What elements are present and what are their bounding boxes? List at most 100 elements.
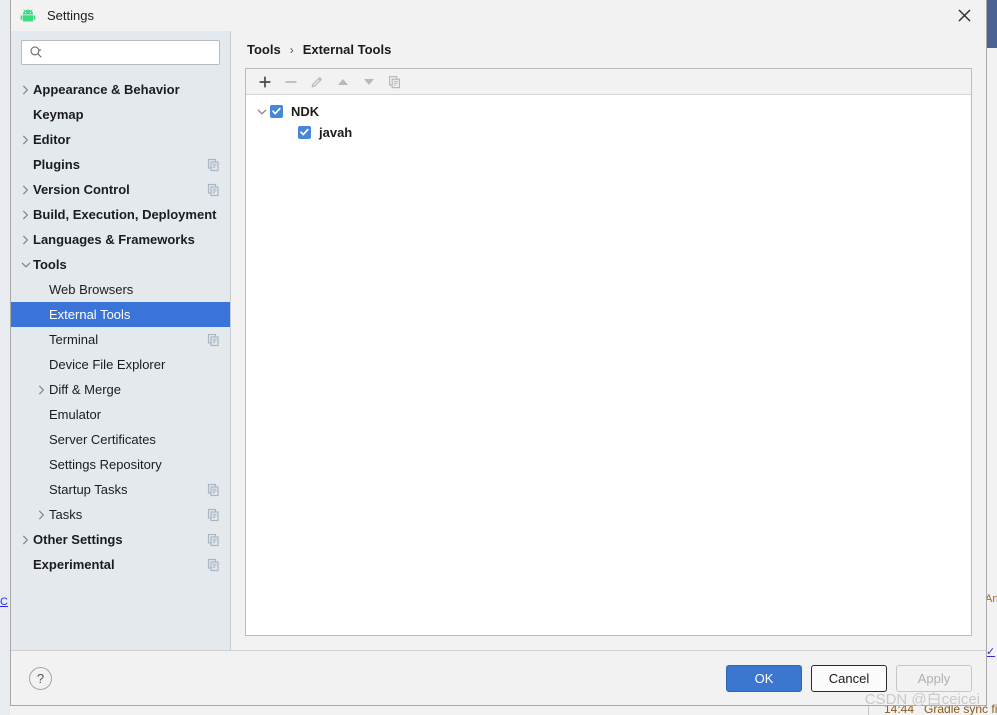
sidebar-item-languages-frameworks[interactable]: Languages & Frameworks (11, 227, 230, 252)
move-down-button (356, 70, 382, 94)
tree-toggle[interactable] (19, 234, 33, 246)
chevron-right-icon (23, 135, 28, 144)
settings-category-tree: Appearance & Behavior Keymap Editor Plugins… (11, 75, 230, 650)
ok-button[interactable]: OK (726, 664, 802, 692)
chevron-right-icon (23, 235, 28, 244)
sidebar-item-label: Languages & Frameworks (33, 232, 195, 247)
copy-settings-icon (207, 183, 219, 196)
tree-toggle[interactable] (35, 509, 49, 521)
sidebar-item-version-control[interactable]: Version Control (11, 177, 230, 202)
sidebar-item-keymap[interactable]: Keymap (11, 102, 230, 127)
search-input[interactable] (44, 41, 219, 64)
tree-toggle[interactable] (254, 106, 270, 118)
sidebar-item-label: Device File Explorer (49, 357, 166, 372)
breadcrumb-separator-icon: › (289, 42, 294, 57)
add-button[interactable] (252, 70, 278, 94)
sidebar-item-other-settings[interactable]: Other Settings (11, 527, 230, 552)
copy-button (382, 70, 408, 94)
close-button[interactable] (942, 0, 986, 31)
arrow-down-icon (364, 78, 374, 85)
edit-button (304, 70, 330, 94)
check-icon (300, 128, 309, 136)
sidebar-item-settings-repository[interactable]: Settings Repository (11, 452, 230, 477)
tree-toggle[interactable] (19, 534, 33, 546)
sidebar-item-tools[interactable]: Tools (11, 252, 230, 277)
project-settings-copy-icon[interactable] (206, 333, 222, 347)
tool-label: NDK (291, 104, 320, 119)
background-right-marker[interactable]: ✓ (986, 645, 997, 659)
sidebar-item-label: Tasks (49, 507, 83, 522)
sidebar-item-terminal[interactable]: Terminal (11, 327, 230, 352)
sidebar-item-label: Startup Tasks (49, 482, 128, 497)
sidebar-item-label: Terminal (49, 332, 99, 347)
tree-toggle[interactable] (35, 384, 49, 396)
sidebar-item-label: Appearance & Behavior (33, 82, 180, 97)
sidebar-item-build-execution-deployment[interactable]: Build, Execution, Deployment (11, 202, 230, 227)
external-tools-toolbar (246, 69, 971, 95)
cancel-button[interactable]: Cancel (811, 664, 887, 692)
project-settings-copy-icon[interactable] (206, 483, 222, 497)
copy-icon (389, 75, 400, 88)
copy-settings-icon (207, 483, 219, 496)
tool-checkbox[interactable] (298, 126, 311, 139)
minus-icon (285, 80, 297, 83)
sidebar-item-label: Version Control (33, 182, 130, 197)
tree-toggle[interactable] (19, 184, 33, 196)
sidebar-item-label: Settings Repository (49, 457, 162, 472)
sidebar-item-device-file-explorer[interactable]: Device File Explorer (11, 352, 230, 377)
sidebar-item-label: External Tools (49, 307, 131, 322)
sidebar-item-tasks[interactable]: Tasks (11, 502, 230, 527)
sidebar-item-web-browsers[interactable]: Web Browsers (11, 277, 230, 302)
sidebar-item-server-certificates[interactable]: Server Certificates (11, 427, 230, 452)
settings-dialog: Settings Appearance & Behavior Keymap Edi (10, 0, 987, 708)
project-settings-copy-icon[interactable] (206, 533, 222, 547)
dialog-body: Appearance & Behavior Keymap Editor Plugins… (11, 31, 986, 650)
sidebar-item-plugins[interactable]: Plugins (11, 152, 230, 177)
tool-checkbox[interactable] (270, 105, 283, 118)
sidebar-item-startup-tasks[interactable]: Startup Tasks (11, 477, 230, 502)
sidebar-item-editor[interactable]: Editor (11, 127, 230, 152)
chevron-down-icon (21, 262, 31, 267)
search-box[interactable] (21, 40, 220, 65)
sidebar-item-emulator[interactable]: Emulator (11, 402, 230, 427)
copy-settings-icon (207, 558, 219, 571)
pencil-icon (311, 76, 322, 87)
project-settings-copy-icon[interactable] (206, 558, 222, 572)
background-left-marker[interactable]: C (0, 595, 10, 609)
settings-main-panel: Tools › External Tools NDK javah (231, 31, 986, 650)
remove-button (278, 70, 304, 94)
move-up-button (330, 70, 356, 94)
sidebar-item-diff-merge[interactable]: Diff & Merge (11, 377, 230, 402)
external-tools-tree: NDK javah (246, 95, 971, 635)
breadcrumb-parent[interactable]: Tools (247, 42, 281, 57)
chevron-right-icon (39, 385, 44, 394)
chevron-right-icon (23, 535, 28, 544)
sidebar-item-label: Web Browsers (49, 282, 134, 297)
check-icon (272, 107, 281, 115)
project-settings-copy-icon[interactable] (206, 158, 222, 172)
sidebar-item-external-tools[interactable]: External Tools (11, 302, 230, 327)
chevron-right-icon (39, 510, 44, 519)
sidebar-item-label: Editor (33, 132, 71, 147)
chevron-right-icon (23, 185, 28, 194)
sidebar-item-experimental[interactable]: Experimental (11, 552, 230, 577)
sidebar-item-appearance-behavior[interactable]: Appearance & Behavior (11, 77, 230, 102)
breadcrumb-current: External Tools (302, 42, 392, 57)
close-icon (958, 9, 970, 22)
tree-toggle[interactable] (19, 209, 33, 221)
tree-toggle[interactable] (19, 134, 33, 146)
dialog-title: Settings (47, 8, 94, 23)
project-settings-copy-icon[interactable] (206, 508, 222, 522)
copy-settings-icon (207, 333, 219, 346)
apply-button: Apply (896, 664, 972, 692)
tool-tree-item-javah[interactable]: javah (246, 122, 971, 143)
sidebar-item-label: Tools (33, 257, 67, 272)
help-button[interactable]: ? (29, 666, 52, 690)
project-settings-copy-icon[interactable] (206, 183, 222, 197)
tool-tree-item-ndk[interactable]: NDK (246, 101, 971, 122)
tree-toggle[interactable] (19, 84, 33, 96)
copy-settings-icon (207, 533, 219, 546)
tree-toggle[interactable] (19, 259, 33, 271)
search-icon (30, 46, 42, 58)
sidebar-item-label: Server Certificates (49, 432, 156, 447)
